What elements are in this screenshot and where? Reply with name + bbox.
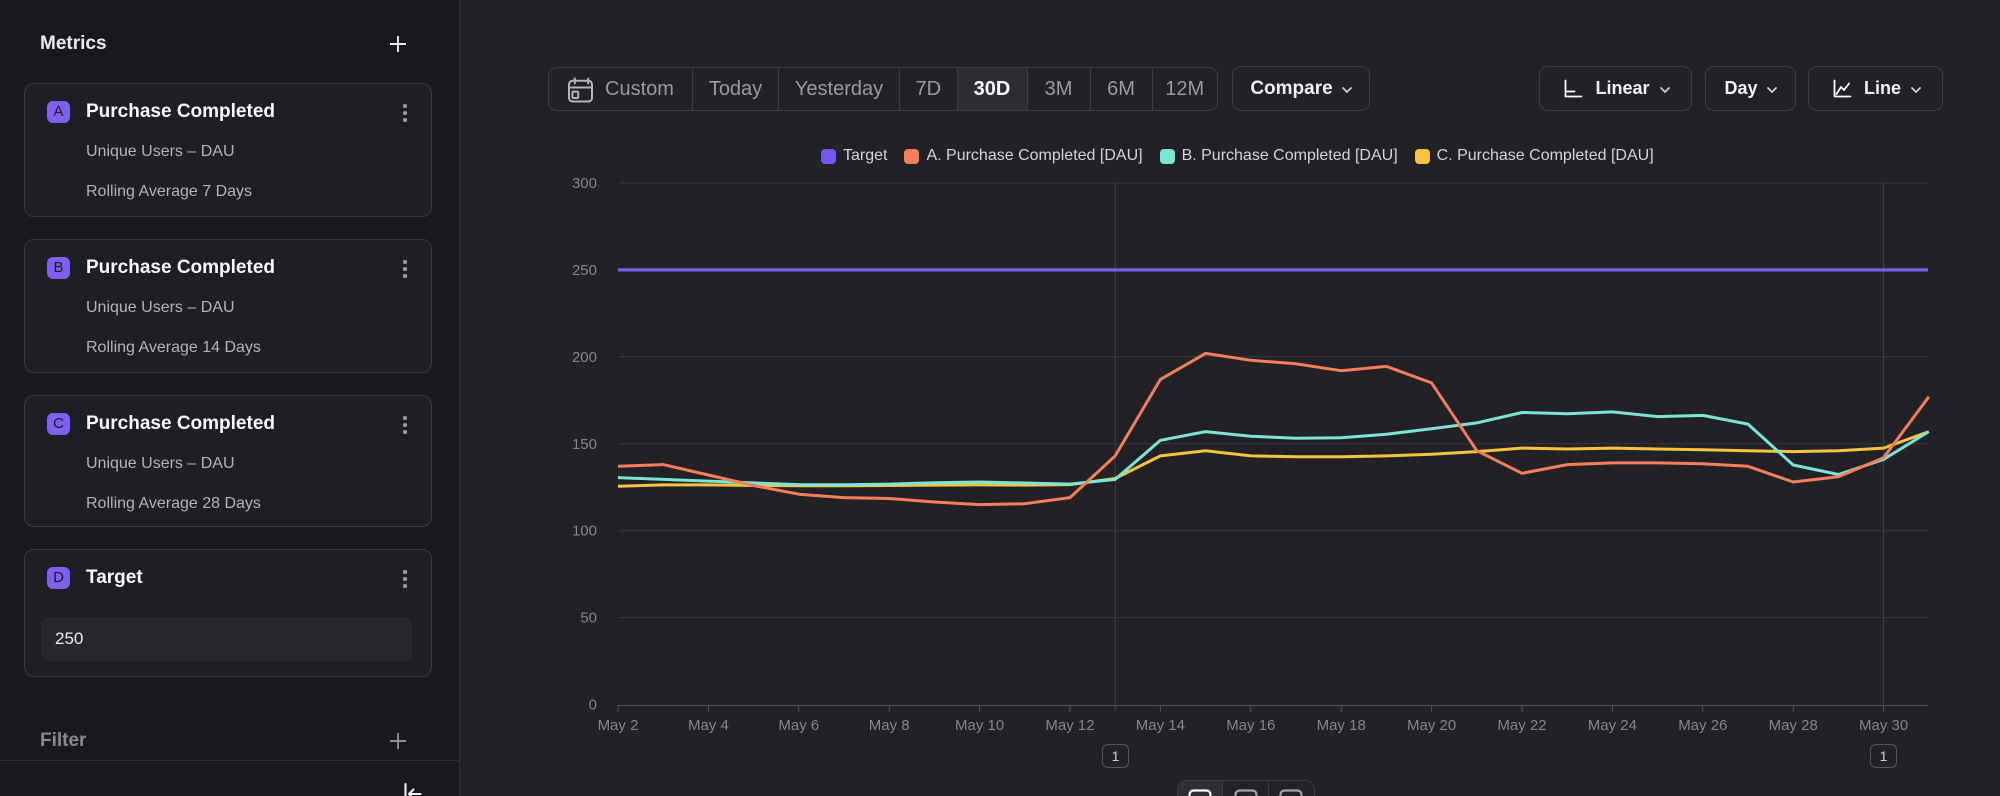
svg-text:May 2: May 2 [598,717,639,734]
svg-text:May 12: May 12 [1045,717,1094,734]
svg-text:May 22: May 22 [1497,717,1546,734]
svg-text:300: 300 [572,175,597,192]
svg-text:May 10: May 10 [955,717,1004,734]
svg-text:100: 100 [572,523,597,540]
svg-text:250: 250 [572,262,597,279]
svg-text:May 6: May 6 [778,717,819,734]
svg-text:0: 0 [589,697,597,714]
svg-text:150: 150 [572,436,597,453]
svg-text:May 14: May 14 [1136,717,1185,734]
svg-text:May 8: May 8 [869,717,910,734]
svg-text:May 24: May 24 [1588,717,1637,734]
svg-text:May 16: May 16 [1226,717,1275,734]
svg-text:May 26: May 26 [1678,717,1727,734]
svg-text:May 30: May 30 [1859,717,1908,734]
svg-text:May 20: May 20 [1407,717,1456,734]
svg-text:May 4: May 4 [688,717,729,734]
svg-text:200: 200 [572,349,597,366]
svg-text:May 18: May 18 [1317,717,1366,734]
svg-text:May 28: May 28 [1769,717,1818,734]
svg-text:50: 50 [580,610,597,627]
